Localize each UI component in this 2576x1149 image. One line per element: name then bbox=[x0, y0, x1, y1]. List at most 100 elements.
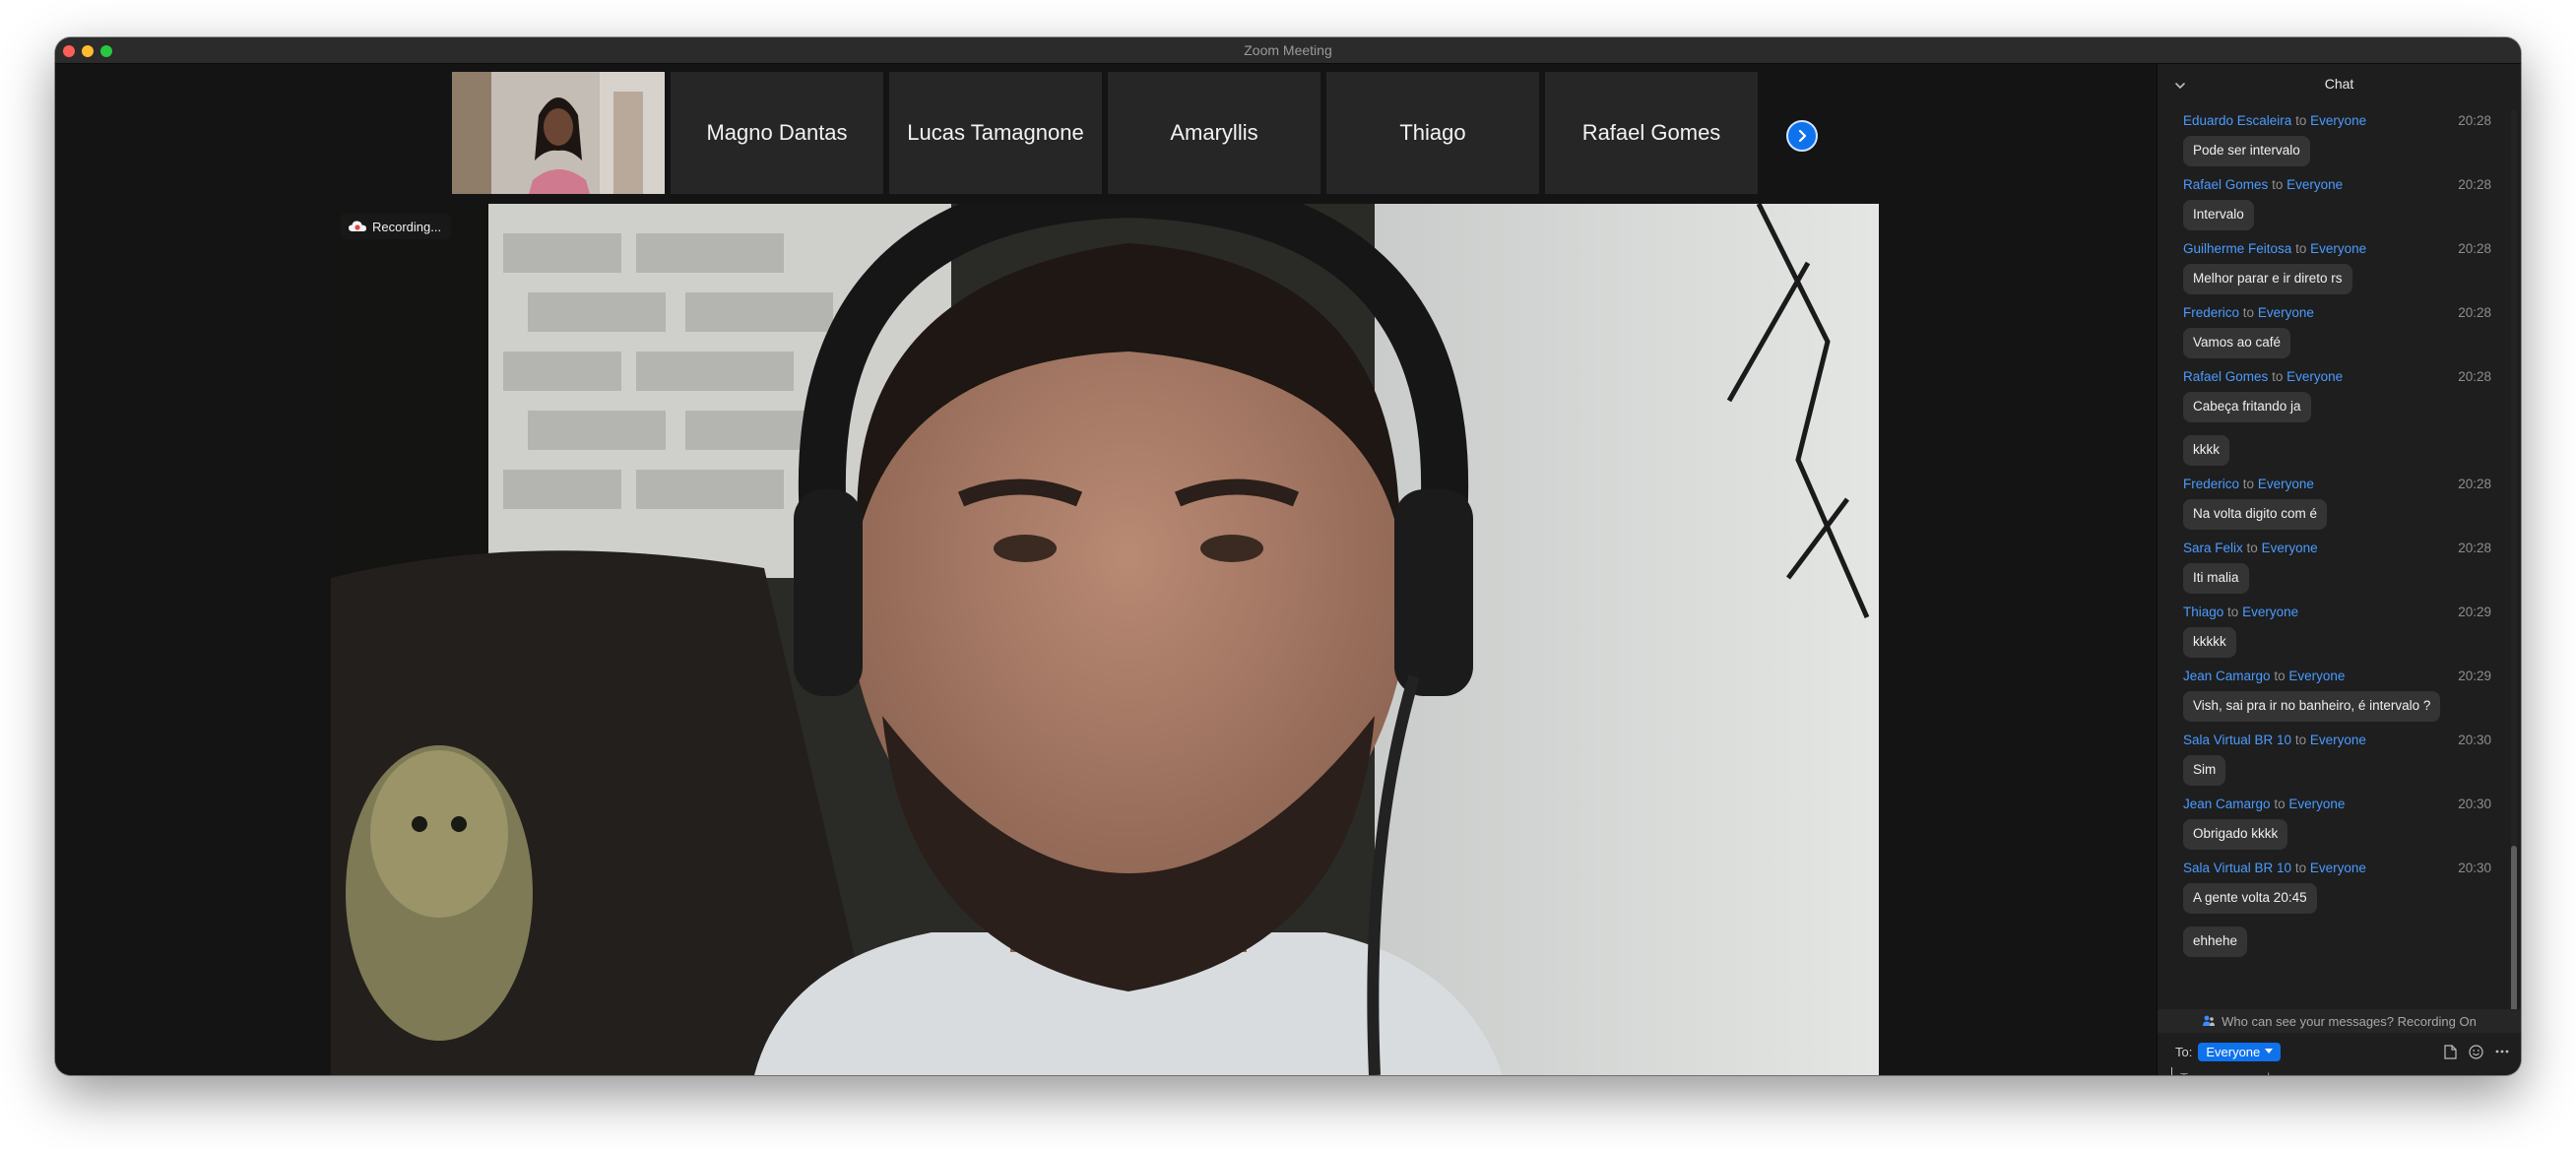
participant-tile[interactable]: Rafael Gomes bbox=[1545, 72, 1758, 194]
chat-message: Sala Virtual BR 10 to Everyone 20:30 A g… bbox=[2183, 859, 2491, 914]
people-icon bbox=[2203, 1015, 2216, 1026]
message-to-word: to bbox=[2294, 733, 2307, 747]
self-video-thumbnail[interactable] bbox=[452, 72, 665, 194]
message-sender[interactable]: Sala Virtual BR 10 bbox=[2183, 733, 2291, 747]
message-input[interactable] bbox=[2171, 1067, 2507, 1075]
window-title: Zoom Meeting bbox=[1244, 42, 1332, 58]
message-recipient: Everyone bbox=[2286, 369, 2344, 384]
chat-message-continued: ehhehe bbox=[2183, 926, 2491, 957]
message-bubble[interactable]: ehhehe bbox=[2183, 926, 2248, 957]
message-sender[interactable]: Sala Virtual BR 10 bbox=[2183, 861, 2291, 875]
message-recipient: Everyone bbox=[2288, 669, 2346, 683]
chat-title: Chat bbox=[2324, 76, 2354, 92]
more-options-button[interactable] bbox=[2495, 1050, 2509, 1053]
message-to-word: to bbox=[2272, 369, 2284, 384]
more-icon bbox=[2495, 1050, 2509, 1053]
message-time: 20:30 bbox=[2458, 733, 2491, 747]
active-speaker-video[interactable]: Recording... bbox=[331, 204, 1879, 1075]
title-bar: Zoom Meeting bbox=[55, 37, 2521, 64]
chat-message: Sara Felix to Everyone 20:28 Iti malia bbox=[2183, 539, 2491, 594]
recording-indicator[interactable]: Recording... bbox=[341, 214, 452, 239]
message-sender[interactable]: Thiago bbox=[2183, 605, 2223, 619]
message-sender[interactable]: Sara Felix bbox=[2183, 541, 2243, 555]
message-sender[interactable]: Jean Camargo bbox=[2183, 797, 2271, 811]
message-header: Sala Virtual BR 10 to Everyone 20:30 bbox=[2183, 731, 2491, 750]
message-sender[interactable]: Rafael Gomes bbox=[2183, 369, 2268, 384]
message-bubble[interactable]: Sim bbox=[2183, 755, 2226, 786]
chat-privacy-notice[interactable]: Who can see your messages? Recording On bbox=[2157, 1009, 2521, 1033]
message-bubble[interactable]: A gente volta 20:45 bbox=[2183, 883, 2317, 914]
message-sender[interactable]: Frederico bbox=[2183, 305, 2239, 320]
message-sender[interactable]: Rafael Gomes bbox=[2183, 177, 2268, 192]
message-bubble[interactable]: Intervalo bbox=[2183, 200, 2254, 230]
message-to-word: to bbox=[2272, 177, 2284, 192]
participant-name: Thiago bbox=[1399, 120, 1466, 145]
participant-tile[interactable]: Amaryllis bbox=[1108, 72, 1320, 194]
message-bubble[interactable]: Melhor parar e ir direto rs bbox=[2183, 264, 2352, 294]
message-bubble[interactable]: Pode ser intervalo bbox=[2183, 136, 2310, 166]
message-bubble[interactable]: Iti malia bbox=[2183, 563, 2249, 594]
message-bubble[interactable]: Cabeça fritando ja bbox=[2183, 392, 2311, 422]
message-to-word: to bbox=[2242, 305, 2255, 320]
privacy-notice-text: Who can see your messages? Recording On bbox=[2222, 1013, 2477, 1029]
emoji-button[interactable] bbox=[2469, 1044, 2483, 1059]
chat-message: Frederico to Everyone 20:28 Na volta dig… bbox=[2183, 475, 2491, 530]
participant-tile[interactable]: Magno Dantas bbox=[671, 72, 883, 194]
message-to-word: to bbox=[2246, 541, 2258, 555]
chat-message: Jean Camargo to Everyone 20:30 Obrigado … bbox=[2183, 795, 2491, 850]
message-header: Jean Camargo to Everyone 20:29 bbox=[2183, 667, 2491, 686]
chat-scrollbar[interactable] bbox=[2511, 109, 2517, 1015]
message-recipient: Everyone bbox=[2310, 113, 2367, 128]
message-bubble[interactable]: Na volta digito com é bbox=[2183, 499, 2328, 530]
message-to-word: to bbox=[2274, 669, 2286, 683]
message-time: 20:29 bbox=[2458, 669, 2491, 683]
video-stage: Magno Dantas Lucas Tamagnone Amaryllis T… bbox=[55, 64, 2157, 1075]
message-time: 20:30 bbox=[2458, 861, 2491, 875]
message-recipient: Everyone bbox=[2286, 177, 2344, 192]
chat-scrollbar-thumb[interactable] bbox=[2511, 846, 2517, 1015]
caret-down-icon bbox=[2265, 1049, 2274, 1053]
message-header: Sara Felix to Everyone 20:28 bbox=[2183, 539, 2491, 558]
message-to-word: to bbox=[2242, 477, 2255, 491]
message-sender[interactable]: Eduardo Escaleira bbox=[2183, 113, 2291, 128]
message-time: 20:28 bbox=[2458, 477, 2491, 491]
message-to-word: to bbox=[2227, 605, 2239, 619]
message-bubble[interactable]: kkkk bbox=[2183, 435, 2229, 466]
message-header: Rafael Gomes to Everyone 20:28 bbox=[2183, 175, 2491, 195]
message-header: Sala Virtual BR 10 to Everyone 20:30 bbox=[2183, 859, 2491, 878]
message-time: 20:30 bbox=[2458, 797, 2491, 811]
message-recipient: Everyone bbox=[2257, 305, 2314, 320]
file-icon bbox=[2444, 1044, 2457, 1059]
emoji-icon bbox=[2469, 1044, 2483, 1059]
message-time: 20:28 bbox=[2458, 541, 2491, 555]
message-time: 20:28 bbox=[2458, 113, 2491, 128]
recording-label: Recording... bbox=[372, 219, 442, 234]
message-sender[interactable]: Frederico bbox=[2183, 477, 2239, 491]
chat-header: Chat bbox=[2157, 64, 2521, 103]
recipient-dropdown[interactable]: Everyone bbox=[2198, 1042, 2282, 1061]
message-time: 20:29 bbox=[2458, 605, 2491, 619]
message-sender[interactable]: Guilherme Feitosa bbox=[2183, 241, 2291, 256]
message-to-word: to bbox=[2295, 241, 2307, 256]
chat-message-list[interactable]: Eduardo Escaleira to Everyone 20:28 Pode… bbox=[2157, 103, 2507, 1009]
to-label: To: bbox=[2175, 1044, 2193, 1059]
participant-name: Rafael Gomes bbox=[1581, 120, 1721, 145]
message-sender[interactable]: Jean Camargo bbox=[2183, 669, 2271, 683]
message-to-word: to bbox=[2295, 113, 2307, 128]
participant-tile[interactable]: Thiago bbox=[1326, 72, 1539, 194]
message-to-word: to bbox=[2294, 861, 2307, 875]
message-to-word: to bbox=[2274, 797, 2286, 811]
chat-panel: Chat Eduardo Escaleira to Everyone 20:28… bbox=[2157, 64, 2521, 1075]
message-recipient: Everyone bbox=[2309, 733, 2366, 747]
recipient-row: To: Everyone bbox=[2175, 1042, 2509, 1061]
participant-name: Magno Dantas bbox=[706, 120, 848, 145]
message-recipient: Everyone bbox=[2242, 605, 2299, 619]
participant-tile[interactable]: Lucas Tamagnone bbox=[889, 72, 1102, 194]
message-bubble[interactable]: Vamos ao café bbox=[2183, 328, 2291, 358]
next-participants-button[interactable] bbox=[1786, 120, 1818, 152]
message-bubble[interactable]: Obrigado kkkk bbox=[2183, 819, 2288, 850]
message-time: 20:28 bbox=[2458, 177, 2491, 192]
message-bubble[interactable]: kkkkk bbox=[2183, 627, 2236, 658]
message-bubble[interactable]: Vish, sai pra ir no banheiro, é interval… bbox=[2183, 691, 2441, 722]
share-file-button[interactable] bbox=[2444, 1044, 2457, 1059]
